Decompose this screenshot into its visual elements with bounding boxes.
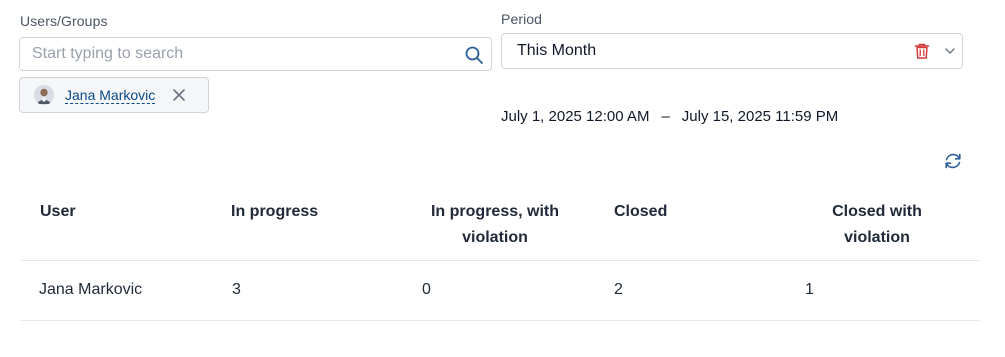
cell-in-progress: 3	[232, 281, 241, 298]
users-groups-search-field[interactable]	[19, 37, 492, 71]
column-header-in-progress-violation: In progress, with violation	[430, 203, 559, 246]
table-header-divider	[21, 260, 980, 261]
table-row-divider	[21, 320, 980, 321]
close-icon[interactable]	[171, 87, 187, 103]
selected-user-chip[interactable]: Jana Markovic	[19, 77, 209, 113]
cell-user: Jana Markovic	[39, 281, 143, 298]
date-range-to: July 15, 2025 11:59 PM	[681, 108, 839, 125]
users-groups-label: Users/Groups	[20, 13, 108, 29]
refresh-icon[interactable]	[942, 150, 964, 172]
column-header-closed: Closed	[614, 203, 668, 220]
period-value: This Month	[517, 42, 597, 59]
trash-icon[interactable]	[913, 42, 931, 60]
column-header-in-progress: In progress	[231, 203, 319, 220]
avatar	[34, 85, 54, 105]
date-range-from: July 1, 2025 12:00 AM	[501, 108, 650, 125]
column-header-closed-violation: Closed with violation	[832, 203, 922, 246]
cell-closed-violation: 1	[805, 281, 814, 298]
period-select[interactable]: This Month	[501, 33, 963, 69]
users-groups-search-input[interactable]	[20, 38, 452, 70]
period-label: Period	[501, 11, 543, 27]
column-header-user: User	[40, 203, 76, 220]
selected-user-name[interactable]: Jana Markovic	[65, 87, 156, 104]
cell-closed: 2	[614, 281, 623, 298]
date-range: July 1, 2025 12:00 AM – July 15, 2025 11:5…	[501, 108, 838, 125]
search-icon[interactable]	[463, 44, 485, 66]
date-range-separator: –	[661, 108, 670, 125]
chevron-down-icon[interactable]	[943, 44, 957, 58]
cell-in-progress-violation: 0	[422, 281, 431, 298]
